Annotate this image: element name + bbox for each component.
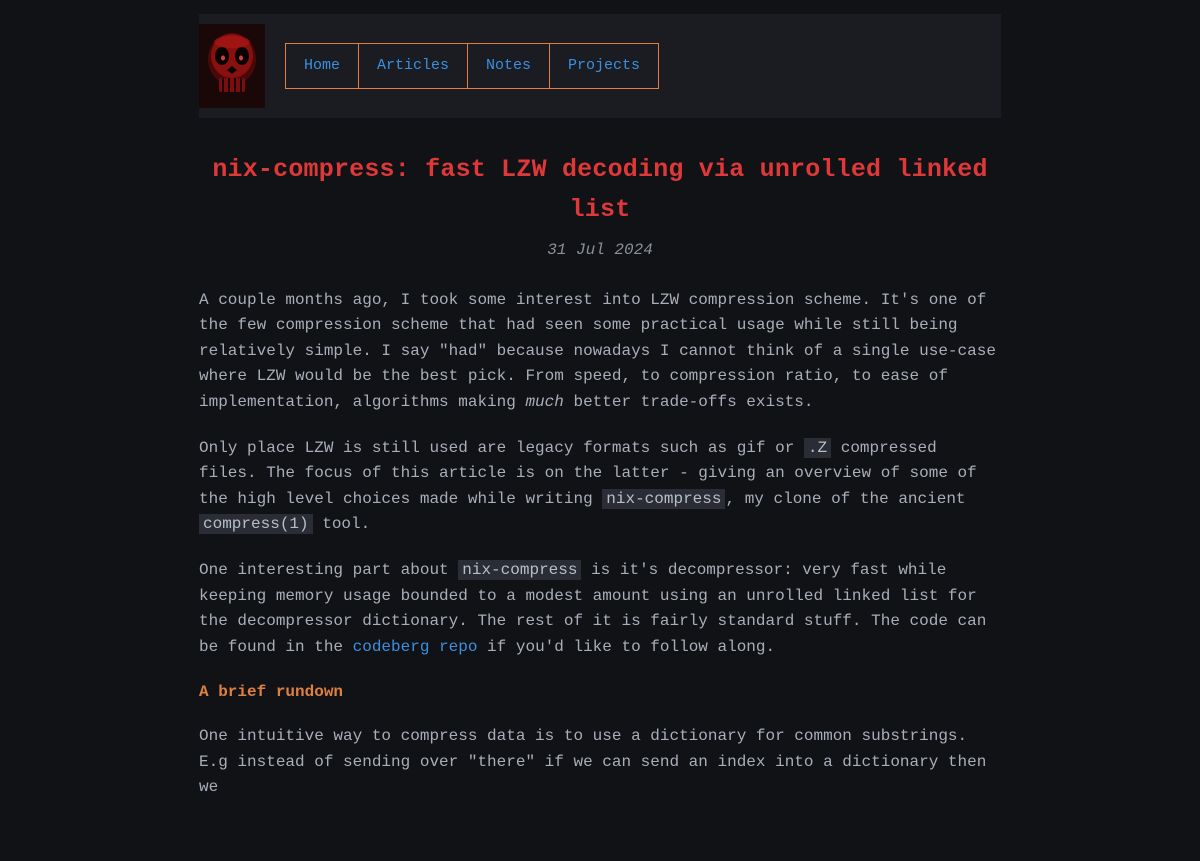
nav-projects[interactable]: Projects: [549, 43, 659, 89]
site-header: Home Articles Notes Projects: [199, 14, 1001, 118]
text: better trade-offs exists.: [564, 393, 814, 411]
skull-icon: [199, 24, 265, 108]
paragraph: Only place LZW is still used are legacy …: [199, 436, 1001, 538]
paragraph: A couple months ago, I took some interes…: [199, 288, 1001, 416]
inline-code: .Z: [804, 438, 831, 458]
main-nav: Home Articles Notes Projects: [285, 43, 659, 89]
text: if you'd like to follow along.: [477, 638, 775, 656]
text: One interesting part about: [199, 561, 458, 579]
codeberg-link[interactable]: codeberg repo: [353, 638, 478, 656]
inline-code: nix-compress: [602, 489, 725, 509]
article-date: 31 Jul 2024: [199, 238, 1001, 264]
site-logo[interactable]: [199, 24, 265, 108]
text: tool.: [313, 515, 371, 533]
inline-code: nix-compress: [458, 560, 581, 580]
article-body: A couple months ago, I took some interes…: [199, 288, 1001, 801]
text: , my clone of the ancient: [725, 490, 965, 508]
paragraph: One interesting part about nix-compress …: [199, 558, 1001, 660]
paragraph: One intuitive way to compress data is to…: [199, 724, 1001, 801]
nav-home[interactable]: Home: [285, 43, 359, 89]
emphasis: much: [525, 393, 563, 411]
nav-notes[interactable]: Notes: [467, 43, 550, 89]
text: Only place LZW is still used are legacy …: [199, 439, 804, 457]
inline-code: compress(1): [199, 514, 313, 534]
article-title: nix-compress: fast LZW decoding via unro…: [199, 150, 1001, 230]
section-heading: A brief rundown: [199, 680, 1001, 706]
nav-articles[interactable]: Articles: [358, 43, 468, 89]
